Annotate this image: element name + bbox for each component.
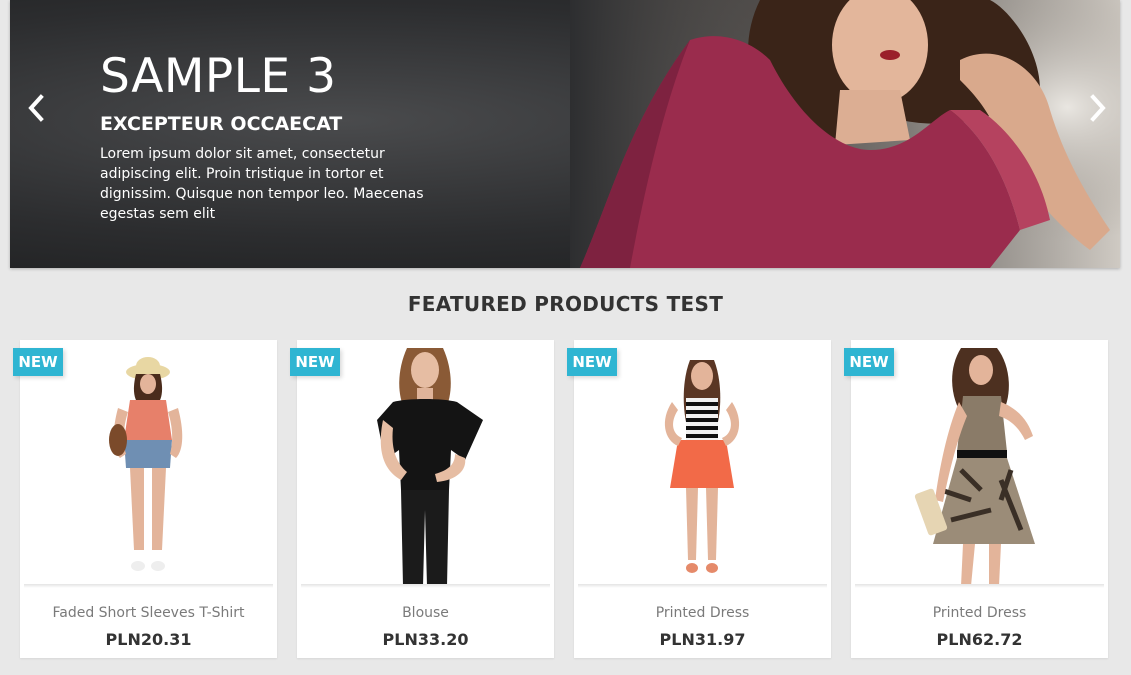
product-name[interactable]: Faded Short Sleeves T-Shirt bbox=[20, 605, 277, 621]
slide-title: SAMPLE 3 bbox=[100, 49, 337, 104]
product-price: PLN33.20 bbox=[382, 630, 469, 649]
slider-next-button[interactable] bbox=[1078, 90, 1118, 126]
chevron-left-icon bbox=[28, 94, 44, 122]
product-image[interactable] bbox=[20, 340, 277, 586]
product-card[interactable]: NEW Blouse PLN33.20 bbox=[290, 340, 554, 658]
product-name[interactable]: Printed Dress bbox=[851, 605, 1108, 621]
image-divider bbox=[578, 584, 827, 588]
product-card[interactable]: NEW Printed Dress PLN62.72 bbox=[844, 340, 1108, 658]
new-badge: NEW bbox=[567, 348, 617, 376]
product-name[interactable]: Blouse bbox=[297, 605, 554, 621]
product-card[interactable]: NEW Printed Dress PLN31.97 bbox=[567, 340, 831, 658]
featured-products-title: FEATURED PRODUCTS TEST bbox=[407, 292, 724, 316]
product-image[interactable] bbox=[851, 340, 1108, 586]
chevron-right-icon bbox=[1090, 94, 1106, 122]
product-image[interactable] bbox=[574, 340, 831, 586]
product-image[interactable] bbox=[297, 340, 554, 586]
slider-prev-button[interactable] bbox=[16, 90, 56, 126]
new-badge: NEW bbox=[13, 348, 63, 376]
image-divider bbox=[24, 584, 273, 588]
product-card[interactable]: NEW Faded Short Sleeves T-Shirt PLN20.31 bbox=[13, 340, 277, 658]
slide-caption: SAMPLE 3 EXCEPTEUR OCCAECAT Lorem ipsum … bbox=[100, 48, 450, 224]
slide-photo bbox=[570, 0, 1120, 268]
slide-subtitle: EXCEPTEUR OCCAECAT bbox=[100, 113, 343, 135]
product-price: PLN62.72 bbox=[936, 630, 1023, 649]
image-divider bbox=[301, 584, 550, 588]
new-badge: NEW bbox=[844, 348, 894, 376]
image-divider bbox=[855, 584, 1104, 588]
product-name[interactable]: Printed Dress bbox=[574, 605, 831, 621]
hero-slider[interactable]: SAMPLE 3 EXCEPTEUR OCCAECAT Lorem ipsum … bbox=[10, 0, 1120, 268]
slide-description: Lorem ipsum dolor sit amet, consectetur … bbox=[100, 146, 424, 222]
product-price: PLN31.97 bbox=[659, 630, 746, 649]
new-badge: NEW bbox=[290, 348, 340, 376]
product-price: PLN20.31 bbox=[105, 630, 192, 649]
